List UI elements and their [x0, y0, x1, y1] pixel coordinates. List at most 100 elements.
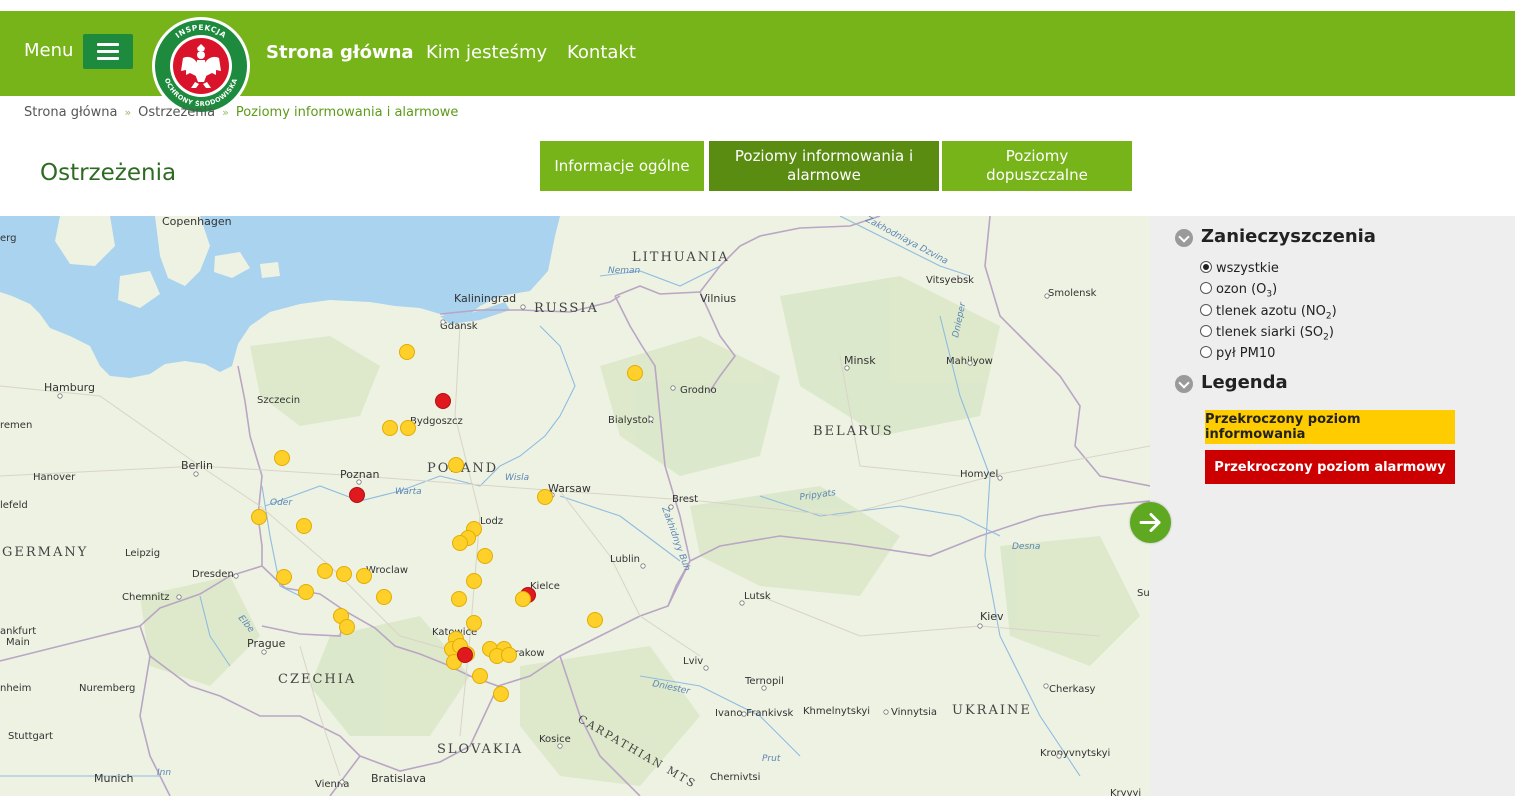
pollutant-option-so2[interactable]: tlenek siarki (SO2)	[1200, 325, 1334, 343]
tab-informacje-ogolne[interactable]: Informacje ogólne	[540, 141, 704, 191]
city-label: Minsk	[844, 354, 876, 367]
chevron-down-icon[interactable]	[1175, 375, 1193, 393]
radio-button[interactable]	[1200, 346, 1212, 358]
city-label: Copenhagen	[162, 216, 232, 228]
pollutant-option-ozon[interactable]: ozon (O3)	[1200, 282, 1277, 300]
tab-poziomy-dopuszczalne[interactable]: Poziomy dopuszczalne	[942, 141, 1132, 191]
page-title: Ostrzeżenia	[40, 160, 177, 186]
city-label: Leipzig	[125, 548, 160, 559]
arrow-right-icon	[1139, 513, 1161, 532]
city-label: Stuttgart	[8, 731, 53, 742]
station-info-marker[interactable]	[276, 569, 292, 585]
station-info-marker[interactable]	[452, 535, 468, 551]
legend-heading[interactable]: Legenda	[1175, 372, 1288, 393]
city-label: Poznan	[340, 468, 379, 481]
breadcrumb-home[interactable]: Strona główna	[24, 105, 117, 120]
city-label: Hanover	[33, 472, 76, 483]
city-label: remen	[0, 420, 32, 431]
legend-alarm-level: Przekroczony poziom alarmowy	[1205, 450, 1455, 484]
station-info-marker[interactable]	[515, 591, 531, 607]
city-label: Main	[6, 637, 30, 648]
breadcrumb: Strona główna » Ostrzeżenia » Poziomy inform…	[24, 105, 458, 120]
country-label: CZECHIA	[278, 672, 356, 687]
station-info-marker[interactable]	[537, 489, 553, 505]
city-label: Homyel	[960, 469, 998, 480]
city-label: Bratislava	[371, 772, 426, 785]
city-label: lefeld	[0, 500, 28, 511]
city-label: ankfurt	[0, 626, 36, 637]
city-label: Vitsyebsk	[926, 275, 974, 286]
city-label: Kosice	[539, 734, 571, 745]
country-label: UKRAINE	[952, 703, 1032, 718]
country-label: BELARUS	[813, 424, 894, 439]
station-info-marker[interactable]	[448, 457, 464, 473]
gios-logo[interactable]: INSPEKCJA OCHRONY ŚRODOWISKA	[151, 16, 251, 116]
station-info-marker[interactable]	[399, 344, 415, 360]
pollutant-option-pm10[interactable]: pył PM10	[1200, 346, 1275, 361]
nav-kim-jestesmy[interactable]: Kim jesteśmy	[426, 42, 547, 63]
map-canvas[interactable]: LITHUANIA RUSSIA POLAND BELARUS GERMANY …	[0, 216, 1150, 796]
station-info-marker[interactable]	[382, 420, 398, 436]
station-info-marker[interactable]	[472, 668, 488, 684]
water-label: Warta	[395, 487, 422, 497]
station-info-marker[interactable]	[251, 509, 267, 525]
city-label: Kaliningrad	[454, 292, 516, 305]
radio-button[interactable]	[1200, 261, 1212, 273]
pollutant-option-wszystkie[interactable]: wszystkie	[1200, 261, 1279, 276]
breadcrumb-ostrzezenia[interactable]: Ostrzeżenia	[138, 105, 215, 120]
station-info-marker[interactable]	[466, 615, 482, 631]
city-label: Cherkasy	[1049, 684, 1096, 695]
legend-info-level: Przekroczony poziom informowania	[1205, 410, 1455, 444]
chevron-down-icon[interactable]	[1175, 229, 1193, 247]
station-info-marker[interactable]	[296, 518, 312, 534]
station-alarm-marker[interactable]	[457, 647, 473, 663]
country-label: RUSSIA	[534, 301, 599, 316]
station-info-marker[interactable]	[477, 548, 493, 564]
city-label: Chernivtsi	[710, 772, 760, 783]
toggle-sidebar-button[interactable]	[1130, 502, 1171, 543]
pollutants-heading[interactable]: Zanieczyszczenia	[1175, 226, 1376, 247]
radio-button[interactable]	[1200, 282, 1212, 294]
breadcrumb-current: Poziomy informowania i alarmowe	[235, 105, 459, 120]
city-label: Munich	[94, 772, 134, 785]
station-info-marker[interactable]	[451, 591, 467, 607]
city-label: Su	[1137, 588, 1150, 599]
station-info-marker[interactable]	[501, 647, 517, 663]
station-info-marker[interactable]	[587, 612, 603, 628]
station-alarm-marker[interactable]	[349, 487, 365, 503]
top-white-band	[0, 0, 1515, 11]
station-info-marker[interactable]	[356, 568, 372, 584]
station-alarm-marker[interactable]	[435, 393, 451, 409]
station-info-marker[interactable]	[339, 619, 355, 635]
city-label: Gdansk	[440, 321, 478, 332]
station-info-marker[interactable]	[627, 365, 643, 381]
city-label: Wroclaw	[366, 565, 408, 576]
station-info-marker[interactable]	[317, 563, 333, 579]
radio-button[interactable]	[1200, 304, 1212, 316]
city-label: erg	[0, 233, 16, 244]
station-info-marker[interactable]	[376, 589, 392, 605]
pollutant-option-no2[interactable]: tlenek azotu (NO2)	[1200, 304, 1337, 322]
city-label: Dresden	[192, 569, 234, 580]
station-info-marker[interactable]	[400, 420, 416, 436]
tab-poziomy-informowania[interactable]: Poziomy informowania i alarmowe	[709, 141, 939, 191]
breadcrumb-separator: »	[124, 106, 132, 119]
station-info-marker[interactable]	[298, 584, 314, 600]
nav-kontakt[interactable]: Kontakt	[567, 42, 636, 63]
station-info-marker[interactable]	[336, 566, 352, 582]
station-info-marker[interactable]	[274, 450, 290, 466]
city-label: Kryvyi	[1110, 788, 1141, 796]
station-info-marker[interactable]	[493, 686, 509, 702]
city-label: Smolensk	[1048, 288, 1097, 299]
city-label: Lublin	[610, 554, 640, 565]
city-label: Khmelnytskyi	[803, 706, 870, 717]
pollution-map[interactable]: LITHUANIA RUSSIA POLAND BELARUS GERMANY …	[0, 216, 1150, 796]
city-label: Bydgoszcz	[410, 416, 463, 427]
country-label: SLOVAKIA	[437, 742, 523, 757]
hamburger-menu-button[interactable]	[83, 34, 133, 69]
station-info-marker[interactable]	[466, 573, 482, 589]
city-label: Ternopil	[744, 676, 784, 687]
radio-button[interactable]	[1200, 325, 1212, 337]
city-label: Grodno	[680, 385, 717, 396]
nav-strona-glowna[interactable]: Strona główna	[266, 42, 414, 63]
